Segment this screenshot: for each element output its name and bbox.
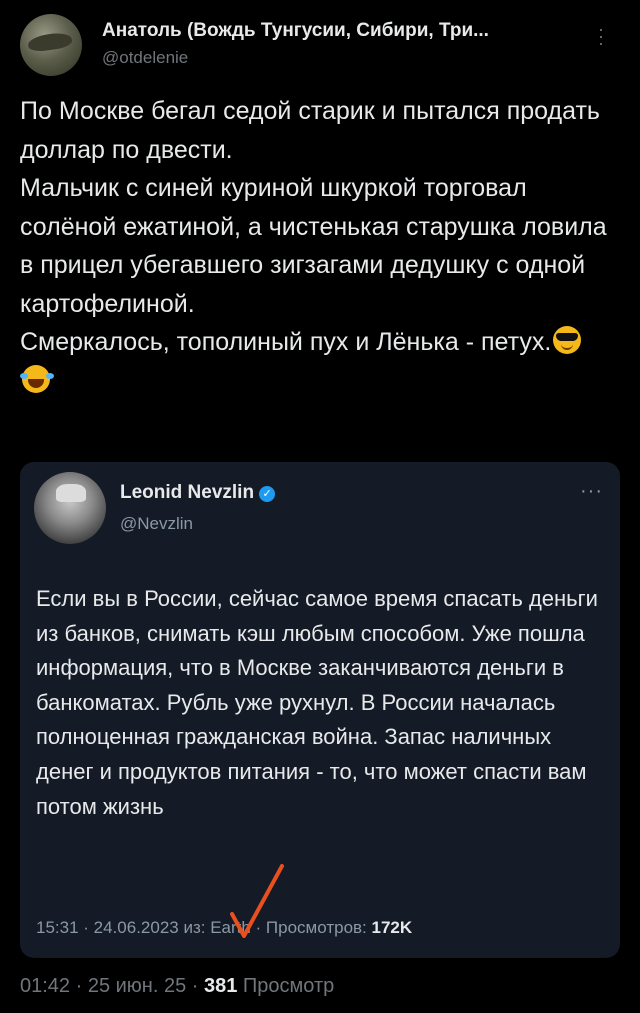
tweet-body: По Москве бегал седой старик и пытался п… xyxy=(20,92,610,400)
sunglasses-emoji-icon xyxy=(553,326,582,354)
quoted-meta-text: 15:31 · 24.06.2023 из: Earth · Просмотро… xyxy=(36,918,372,937)
quoted-author-name: Leonid Nevzlin ✓ xyxy=(120,482,276,504)
verified-badge-icon: ✓ xyxy=(259,486,276,502)
author-handle[interactable]: @otdelenie xyxy=(102,48,188,68)
quoted-author-avatar xyxy=(34,472,106,544)
author-name[interactable]: Анатоль (Вождь Тунгусии, Сибири, Три... xyxy=(102,20,582,42)
quoted-author-handle: @Nevzlin xyxy=(120,514,193,533)
tweet-meta: 01:42 · 25 июн. 25 · 381 Просмотр xyxy=(20,975,334,998)
views-count: 381 xyxy=(203,975,238,997)
quoted-author-name-text: Leonid Nevzlin xyxy=(120,482,255,503)
views-label: Просмотр xyxy=(237,975,335,997)
tweet-header: Анатоль (Вождь Тунгусии, Сибири, Три... … xyxy=(20,14,620,76)
more-options-icon[interactable]: · · · xyxy=(594,20,608,52)
tears-of-joy-emoji-icon xyxy=(20,364,50,393)
quoted-views-count: 172K xyxy=(371,918,413,937)
quoted-tweet-screenshot[interactable]: Leonid Nevzlin ✓ @Nevzlin ··· Если вы в Р… xyxy=(20,462,620,958)
tweet-timestamp[interactable]: 01:42 · 25 июн. 25 · xyxy=(20,975,204,997)
quoted-more-options-icon: ··· xyxy=(580,480,603,502)
quoted-tweet-meta: 15:31 · 24.06.2023 из: Earth · Просмотро… xyxy=(36,918,412,938)
tweet-text: По Москве бегал седой старик и пытался п… xyxy=(20,97,607,356)
quoted-tweet-text: Если вы в России, сейчас самое время спа… xyxy=(36,586,598,819)
author-avatar[interactable] xyxy=(20,14,82,76)
